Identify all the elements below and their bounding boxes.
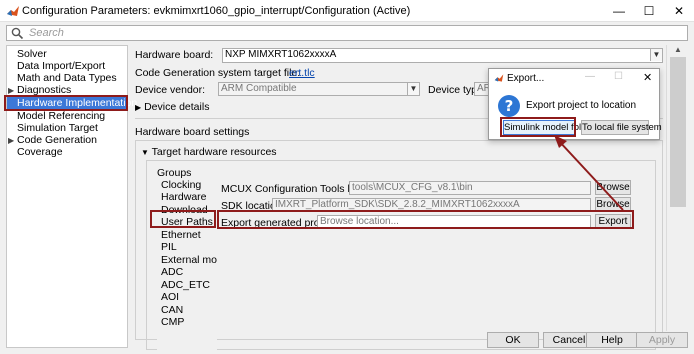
window-title: Configuration Parameters: evkmimxrt1060_… [22, 5, 411, 17]
device-details-label: Device details [144, 101, 210, 113]
tree-item-label: Code Generation [17, 134, 97, 146]
dialog-maximize-icon[interactable]: ☐ [614, 71, 623, 82]
search-input[interactable]: Search [6, 25, 688, 41]
device-vendor-label: Device vendor: [135, 84, 206, 96]
tree-item-diagnostics[interactable]: ▶ Diagnostics [7, 84, 127, 96]
vertical-scrollbar[interactable]: ▲ [666, 45, 688, 331]
target-file-link[interactable]: ert.tlc [289, 67, 315, 79]
group-item-download[interactable]: Download [161, 204, 208, 216]
chevron-down-icon[interactable]: ▼ [650, 49, 662, 61]
target-resources-label: Target hardware resources [151, 146, 277, 158]
tree-item-code-generation[interactable]: ▶ Code Generation [7, 134, 127, 146]
group-item-clocking[interactable]: Clocking [161, 179, 201, 191]
help-button[interactable]: Help [586, 332, 638, 348]
matlab-app-icon [494, 74, 504, 82]
groups-list[interactable]: Clocking Hardware Download User Paths Et… [157, 178, 217, 354]
minimize-icon[interactable]: — [604, 0, 634, 22]
group-item-adc-etc[interactable]: ADC_ETC [161, 279, 210, 291]
tree-item-model-referencing[interactable]: Model Referencing [7, 110, 127, 122]
expand-arrow-icon[interactable]: ▶ [8, 85, 17, 97]
hardware-board-label: Hardware board: [135, 49, 214, 61]
target-file-label: Code Generation system target file: [135, 67, 301, 79]
expand-arrow-icon: ▶ [135, 103, 142, 112]
category-tree[interactable]: Solver Data Import/Export Math and Data … [6, 45, 137, 348]
hardware-board-dropdown[interactable]: NXP MIMXRT1062xxxxA ▼ [222, 48, 663, 63]
group-item-can[interactable]: CAN [161, 304, 183, 316]
collapse-arrow-icon: ▼ [141, 148, 149, 157]
matlab-app-icon [7, 6, 19, 16]
board-settings-heading: Hardware board settings [135, 126, 250, 138]
group-item-ethernet[interactable]: Ethernet [161, 229, 201, 241]
title-bar: Configuration Parameters: evkmimxrt1060_… [0, 0, 694, 22]
tree-item-label: Diagnostics [17, 84, 72, 96]
tree-item-simulation-target[interactable]: Simulation Target [7, 122, 127, 134]
dialog-minimize-icon[interactable]: — [585, 71, 595, 82]
ok-button[interactable]: OK [487, 332, 539, 348]
search-placeholder: Search [29, 27, 64, 39]
device-vendor-dropdown: ARM Compatible ▼ [218, 82, 420, 96]
close-icon[interactable]: ✕ [664, 0, 694, 22]
group-item-aoi[interactable]: AOI [161, 291, 179, 303]
maximize-icon[interactable]: ☐ [634, 0, 664, 22]
tree-item-hardware-implementation[interactable]: Hardware Implementation [7, 97, 137, 109]
scrollbar-thumb[interactable] [670, 57, 686, 207]
group-item-adc[interactable]: ADC [161, 266, 183, 278]
group-item-cmp[interactable]: CMP [161, 316, 184, 328]
apply-button[interactable]: Apply [636, 332, 688, 348]
chevron-down-icon: ▼ [407, 83, 419, 95]
dialog-close-icon[interactable]: ✕ [643, 71, 652, 84]
group-item-hardware[interactable]: Hardware [161, 191, 207, 203]
dialog-message: Export project to location [526, 100, 637, 111]
device-details-toggle[interactable]: ▶ Device details [135, 101, 209, 113]
group-item-external-mode[interactable]: External mode [161, 254, 217, 266]
tree-item-coverage[interactable]: Coverage [7, 146, 127, 158]
target-resources-toggle[interactable]: ▼ Target hardware resources [141, 146, 277, 158]
tree-item-math-data-types[interactable]: Math and Data Types [7, 72, 127, 84]
search-icon [11, 27, 24, 40]
device-vendor-value: ARM Compatible [221, 83, 297, 94]
group-item-pil[interactable]: PIL [161, 241, 177, 253]
group-item-user-paths[interactable]: User Paths [161, 216, 213, 228]
tree-item-solver[interactable]: Solver [7, 48, 127, 60]
dialog-title: Export... [507, 73, 545, 84]
annotation-arrow [554, 135, 624, 211]
question-icon: ? [498, 95, 520, 117]
hardware-board-value: NXP MIMXRT1062xxxxA [225, 49, 337, 60]
scroll-up-icon[interactable]: ▲ [667, 45, 689, 57]
tree-item-data-import-export[interactable]: Data Import/Export [7, 60, 127, 72]
